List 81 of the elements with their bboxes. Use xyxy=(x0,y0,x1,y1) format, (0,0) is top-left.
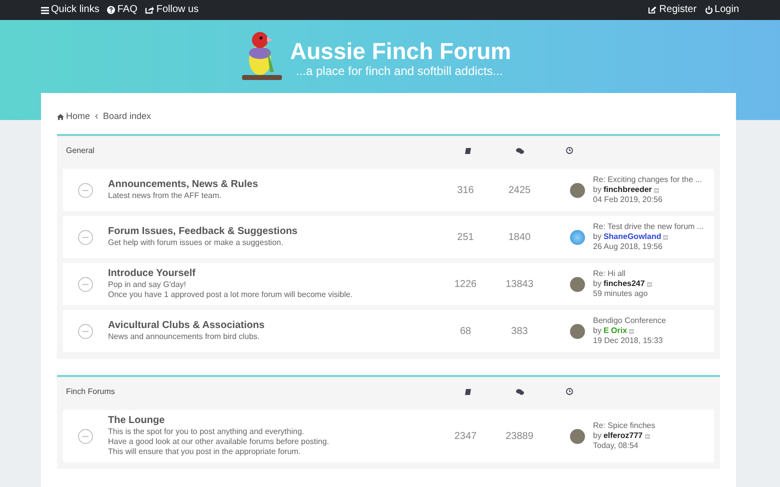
forum-read-icon xyxy=(78,230,93,244)
view-post-icon[interactable] xyxy=(646,282,652,286)
forum-title-link[interactable]: Introduce Yourself xyxy=(108,268,196,280)
forum-title-link[interactable]: The Lounge xyxy=(108,415,165,427)
view-post-icon[interactable] xyxy=(663,234,668,240)
forum-title-link[interactable]: Avicultural Clubs & Associations xyxy=(108,320,265,332)
topics-count: 251 xyxy=(456,230,475,244)
topics-count: 1226 xyxy=(453,278,478,292)
username-link[interactable]: finches247 xyxy=(603,279,645,289)
topics-icon xyxy=(465,148,471,154)
view-post-icon[interactable] xyxy=(644,434,650,438)
topics-count: 2347 xyxy=(453,430,478,444)
post-time: Today, 08:54 xyxy=(593,441,640,451)
breadcrumb-link[interactable]: Board index xyxy=(103,110,152,124)
forum-description: Get help with forum issues or make a suggestion. xyxy=(108,238,284,248)
share-icon xyxy=(145,6,154,14)
avatar-photo-placeholder xyxy=(570,428,585,444)
power-icon xyxy=(704,6,713,14)
by-label: by xyxy=(593,431,602,441)
by-label: by xyxy=(593,279,602,289)
post-time: 19 Dec 2018, 15:33 xyxy=(593,336,664,346)
posts-count: 23889 xyxy=(504,430,534,444)
view-post-icon[interactable] xyxy=(629,328,634,334)
topics-icon xyxy=(465,388,471,394)
category-title[interactable]: General xyxy=(63,144,453,156)
last-post-link[interactable]: Re: Hi all xyxy=(593,269,626,279)
last-post-link[interactable]: Bendigo Conference xyxy=(593,316,666,326)
clock-icon xyxy=(566,147,573,154)
post-time: 04 Feb 2019, 20:56 xyxy=(593,195,664,205)
last-post-link[interactable]: Re: Spice finches xyxy=(593,421,656,431)
avatar-icon xyxy=(570,230,585,244)
posts-count: 1840 xyxy=(507,230,532,244)
menu-icon xyxy=(41,6,49,14)
forum-read-icon xyxy=(78,276,93,292)
posts-icon xyxy=(516,388,524,394)
forum-read-icon xyxy=(78,182,93,198)
home-icon xyxy=(57,114,64,120)
chevron-icon xyxy=(95,114,98,119)
breadcrumb-link[interactable]: Home xyxy=(57,110,90,124)
nav-link[interactable]: Login xyxy=(704,4,739,16)
nav-link[interactable]: Follow us xyxy=(145,4,199,16)
username-link[interactable]: elferoz777 xyxy=(603,431,643,441)
last-post-link[interactable]: Re: Exciting changes for the ... xyxy=(593,175,702,185)
forum-description: Have a good look at our other available forums before posting. xyxy=(108,437,330,447)
topics-count: 316 xyxy=(456,184,475,198)
forum-read-icon xyxy=(78,324,93,338)
avatar-photo-placeholder xyxy=(570,324,585,338)
avatar-photo-placeholder xyxy=(570,276,585,292)
nav-link[interactable]: FAQ xyxy=(107,4,138,16)
clock-icon xyxy=(566,388,573,395)
help-icon xyxy=(107,6,116,14)
avatar-photo-placeholder xyxy=(570,182,585,198)
post-time: 26 Aug 2018, 19:56 xyxy=(593,242,664,252)
forum-title: Aussie Finch Forum xyxy=(290,38,512,64)
forum-tagline: ...a place for finch and softbill addicts... xyxy=(295,64,503,78)
last-post-link[interactable]: Re: Test drive the new forum ... xyxy=(593,222,704,232)
forum-description: This is the spot for you to post anything and everything. xyxy=(108,427,306,437)
nav-link[interactable]: Quick links xyxy=(41,4,100,16)
view-post-icon[interactable] xyxy=(654,188,659,192)
username-link[interactable]: finchbreeder xyxy=(603,185,652,195)
forum-title-link[interactable]: Announcements, News & Rules xyxy=(108,179,258,191)
posts-count: 2425 xyxy=(507,184,532,198)
posts-count: 13843 xyxy=(504,278,534,292)
forum-description: Once you have 1 approved post a lot more forum will become visible. xyxy=(108,290,354,300)
category-title[interactable]: Finch Forums xyxy=(63,386,453,398)
post-time: 59 minutes ago xyxy=(593,289,649,299)
forum-read-icon xyxy=(78,428,93,444)
nav-link[interactable]: Register xyxy=(648,4,697,16)
edit-icon xyxy=(648,6,658,14)
by-label: by xyxy=(593,232,602,242)
by-label: by xyxy=(593,326,602,336)
posts-count: 383 xyxy=(510,324,529,338)
posts-icon xyxy=(516,148,524,154)
forum-description: Latest news from the AFF team. xyxy=(108,191,222,201)
topics-count: 68 xyxy=(458,324,472,338)
forum-description: News and announcements from bird clubs. xyxy=(108,332,261,342)
forum-title-link[interactable]: Forum Issues, Feedback & Suggestions xyxy=(108,226,298,238)
forum-description: This will ensure that you post in the appropriate forum. xyxy=(108,447,302,457)
by-label: by xyxy=(593,185,602,195)
forum-description: Pop in and say G'day! xyxy=(108,280,188,290)
username-link[interactable]: ShaneGowland xyxy=(603,232,662,242)
